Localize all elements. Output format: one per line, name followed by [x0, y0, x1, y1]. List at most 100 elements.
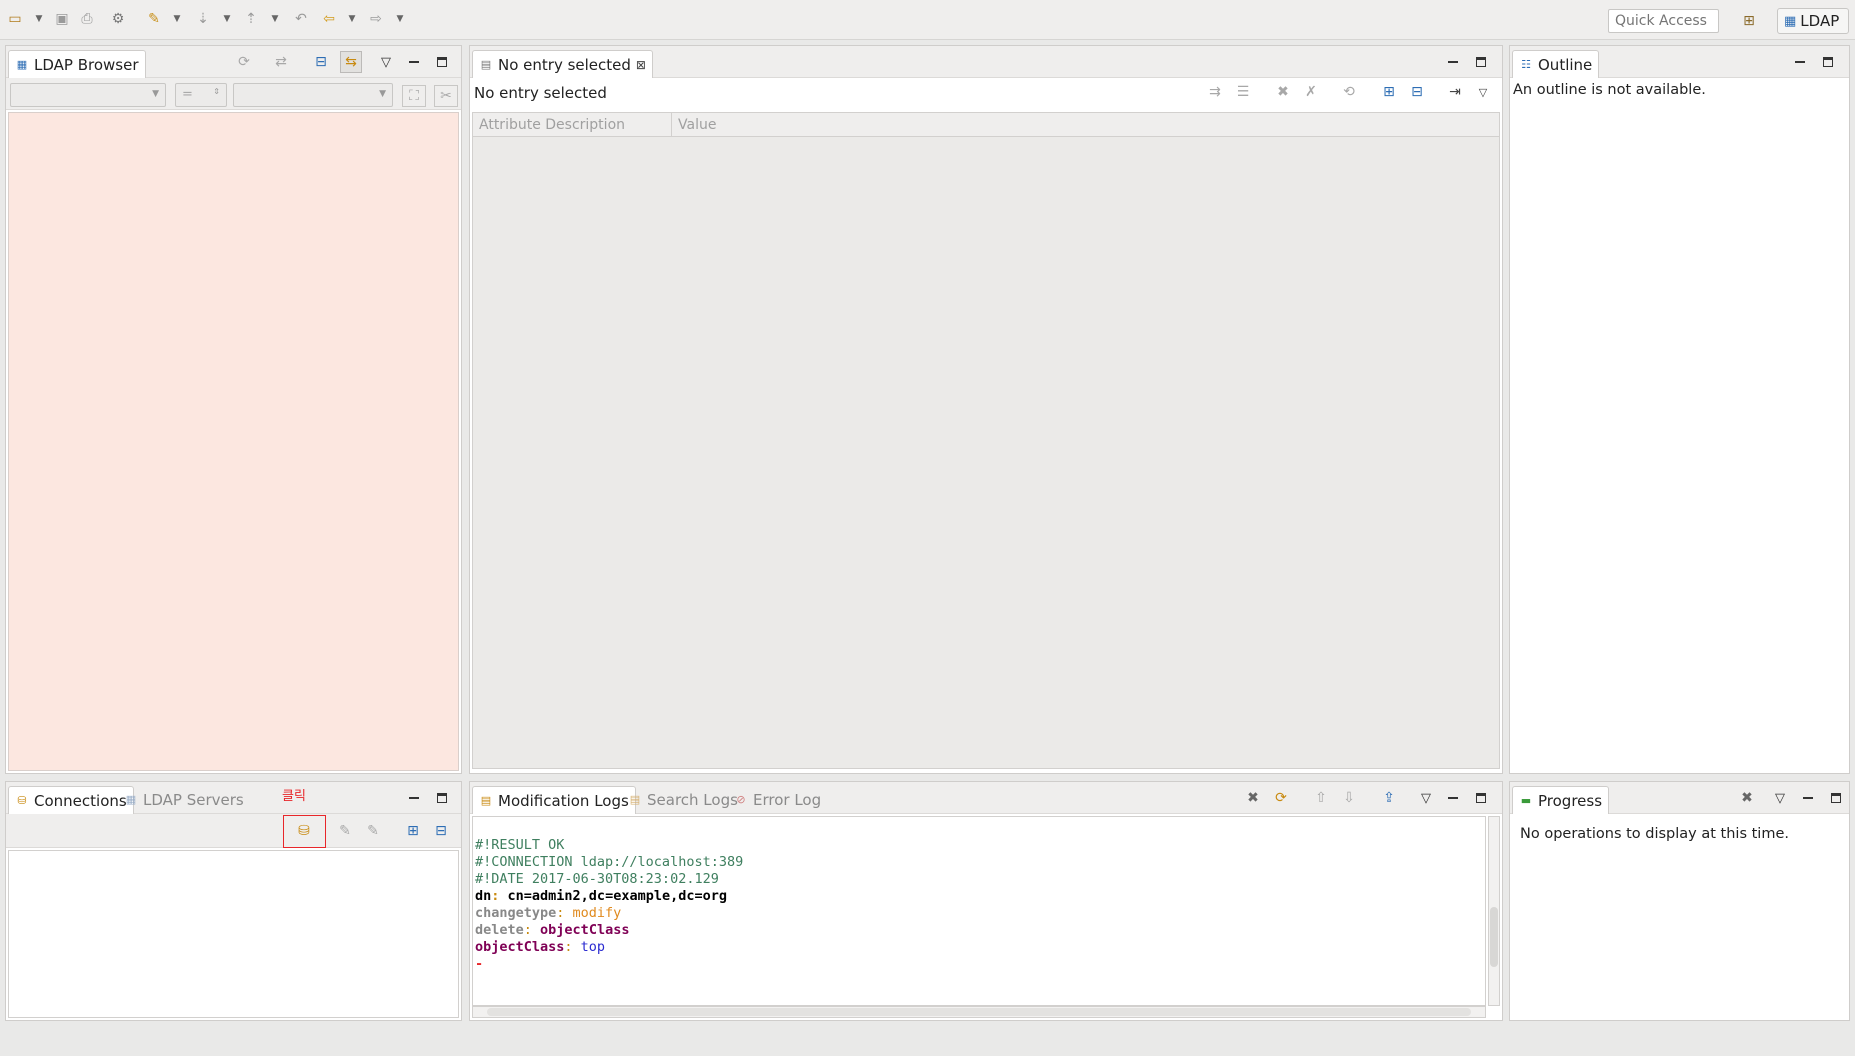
tab-ldap-servers[interactable]: ▦ LDAP Servers — [118, 786, 250, 814]
run-dropdown-icon[interactable]: ▼ — [172, 12, 182, 26]
chevron-down-icon: ▼ — [379, 89, 386, 99]
run-quick-search-icon[interactable]: ✂ — [434, 85, 458, 107]
tab-search-logs[interactable]: ▤ Search Logs — [622, 786, 744, 814]
tab-error-log[interactable]: ⊘ Error Log — [728, 786, 827, 814]
open-connection-icon[interactable]: ✎ — [336, 822, 354, 840]
expand-all-icon[interactable]: ⊞ — [404, 822, 422, 840]
new-dropdown-icon[interactable]: ▼ — [34, 12, 44, 26]
expand-all-icon[interactable]: ⊞ — [1380, 83, 1398, 101]
close-connection-icon[interactable]: ✎ — [364, 822, 382, 840]
minimize-icon[interactable] — [1445, 790, 1461, 806]
logs-panel: ▤ Modification Logs ▤ Search Logs ⊘ Erro… — [469, 781, 1503, 1021]
maximize-icon[interactable] — [1828, 790, 1844, 806]
forward-icon[interactable]: ⇨ — [367, 10, 385, 28]
minimize-icon[interactable] — [406, 54, 422, 70]
scroll-thumb[interactable] — [1490, 907, 1498, 967]
new-value-icon[interactable]: ⇉ — [1206, 83, 1224, 101]
ldap-perspective-button[interactable]: ▦ LDAP — [1777, 8, 1849, 34]
view-menu-icon[interactable]: ▽ — [378, 54, 394, 70]
outline-panel: ☷ Outline An outline is not available. — [1509, 45, 1850, 774]
connections-icon: ⛁ — [17, 793, 27, 807]
quick-access-input[interactable] — [1608, 9, 1719, 33]
tab-outline[interactable]: ☷ Outline — [1512, 50, 1600, 78]
collapse-all-icon[interactable]: ⊟ — [1408, 83, 1426, 101]
view-menu-icon[interactable]: ▽ — [1474, 83, 1492, 101]
export-icon[interactable]: ⇪ — [1380, 789, 1398, 807]
tab-entry-editor[interactable]: ▤ No entry selected ⊠ — [472, 50, 653, 78]
chevron-down-icon: ▼ — [152, 89, 159, 99]
last-edit-icon[interactable]: ↶ — [292, 10, 310, 28]
refresh-log-icon[interactable]: ⟳ — [1272, 789, 1290, 807]
tab-connections[interactable]: ⛁ Connections — [8, 786, 134, 814]
save-icon[interactable]: ▣ — [53, 10, 71, 28]
minimize-icon[interactable] — [1445, 54, 1461, 70]
maximize-icon[interactable] — [434, 54, 450, 70]
new-connection-icon[interactable]: ⛁ — [295, 822, 313, 840]
log-horizontal-scrollbar[interactable] — [472, 1006, 1486, 1018]
forward-dropdown-icon[interactable]: ▼ — [395, 12, 405, 26]
back-dropdown-icon[interactable]: ▼ — [347, 12, 357, 26]
attribute-table[interactable]: Attribute Description Value — [472, 112, 1500, 769]
delete-all-icon[interactable]: ✗ — [1302, 83, 1320, 101]
tab-progress[interactable]: ▬ Progress — [1512, 786, 1610, 814]
link-icon[interactable]: ⇄ — [272, 53, 290, 71]
new-icon[interactable]: ▭ — [6, 10, 24, 28]
maximize-icon[interactable] — [434, 790, 450, 806]
maximize-icon[interactable] — [1473, 54, 1489, 70]
minimize-icon[interactable] — [1800, 790, 1816, 806]
settings-icon[interactable]: ⚙ — [109, 10, 127, 28]
connections-tab-label: Connections — [34, 791, 127, 810]
newer-icon[interactable]: ⇩ — [1340, 789, 1358, 807]
close-icon[interactable]: ⊠ — [636, 58, 646, 72]
ldap-browser-panel: ▦ LDAP Browser ⟳ ⇄ ⊟ ⇆ ▽ ▼ = ⇕ ▼ ⛶ ✂ — [5, 45, 462, 774]
next-annotation-icon[interactable]: ⇣ — [194, 10, 212, 28]
run-icon[interactable]: ✎ — [145, 10, 163, 28]
view-menu-icon[interactable]: ▽ — [1418, 790, 1434, 806]
open-perspective-icon[interactable]: ⊞ — [1738, 11, 1760, 31]
connections-list[interactable] — [8, 850, 459, 1018]
log-text-area[interactable]: #!RESULT OK #!CONNECTION ldap://localhos… — [472, 816, 1486, 1006]
collapse-all-icon[interactable]: ⊟ — [312, 53, 330, 71]
search-base-icon[interactable]: ⛶ — [402, 85, 426, 107]
tab-ldap-browser[interactable]: ▦ LDAP Browser — [8, 50, 146, 78]
prev-annotation-icon[interactable]: ⇡ — [242, 10, 260, 28]
tab-modification-logs[interactable]: ▤ Modification Logs — [472, 786, 636, 814]
connections-panel: ⛁ Connections ▦ LDAP Servers 클릭 ⛁ ✎ ✎ ⊞ … — [5, 781, 462, 1021]
new-attribute-icon[interactable]: ☰ — [1234, 83, 1252, 101]
ldap-servers-icon: ▦ — [125, 793, 137, 806]
spinner-icon: ⇕ — [213, 87, 220, 96]
operator-combo[interactable]: = ⇕ — [175, 83, 227, 107]
entry-editor-panel: ▤ No entry selected ⊠ No entry selected … — [469, 45, 1503, 774]
minimize-icon[interactable] — [1792, 54, 1808, 70]
entry-editor-tab-label: No entry selected — [498, 55, 631, 74]
next-annotation-dropdown-icon[interactable]: ▼ — [222, 12, 232, 26]
error-log-tab-label: Error Log — [753, 791, 822, 809]
refresh-icon[interactable]: ⟳ — [235, 53, 253, 71]
older-icon[interactable]: ⇧ — [1312, 789, 1330, 807]
print-icon[interactable]: ⎙ — [78, 10, 96, 28]
delete-icon[interactable]: ✖ — [1274, 83, 1292, 101]
collapse-all-icon[interactable]: ⊟ — [432, 822, 450, 840]
link-entry-icon[interactable]: ⇥ — [1446, 83, 1464, 101]
column-value[interactable]: Value — [672, 113, 1499, 136]
refresh-entry-icon[interactable]: ⟲ — [1340, 83, 1358, 101]
connections-tabbar: ⛁ Connections ▦ LDAP Servers 클릭 — [6, 782, 461, 814]
attribute-combo[interactable]: ▼ — [10, 83, 166, 107]
minimize-icon[interactable] — [406, 790, 422, 806]
prev-annotation-dropdown-icon[interactable]: ▼ — [270, 12, 280, 26]
remove-all-icon[interactable]: ✖ — [1738, 789, 1756, 807]
back-icon[interactable]: ⇦ — [320, 10, 338, 28]
h-scroll-thumb[interactable] — [487, 1008, 1471, 1016]
link-with-editor-icon[interactable]: ⇆ — [340, 51, 362, 73]
maximize-icon[interactable] — [1820, 54, 1836, 70]
clear-log-icon[interactable]: ✖ — [1244, 789, 1262, 807]
click-annotation: 클릭 — [282, 789, 306, 804]
value-combo[interactable]: ▼ — [233, 83, 393, 107]
browser-tree[interactable] — [8, 112, 459, 771]
ldap-browser-tab-label: LDAP Browser — [34, 55, 139, 74]
dn-key: dn — [475, 888, 492, 904]
log-vertical-scrollbar[interactable] — [1488, 816, 1500, 1006]
column-attribute-description[interactable]: Attribute Description — [473, 113, 672, 136]
maximize-icon[interactable] — [1473, 790, 1489, 806]
view-menu-icon[interactable]: ▽ — [1772, 790, 1788, 806]
